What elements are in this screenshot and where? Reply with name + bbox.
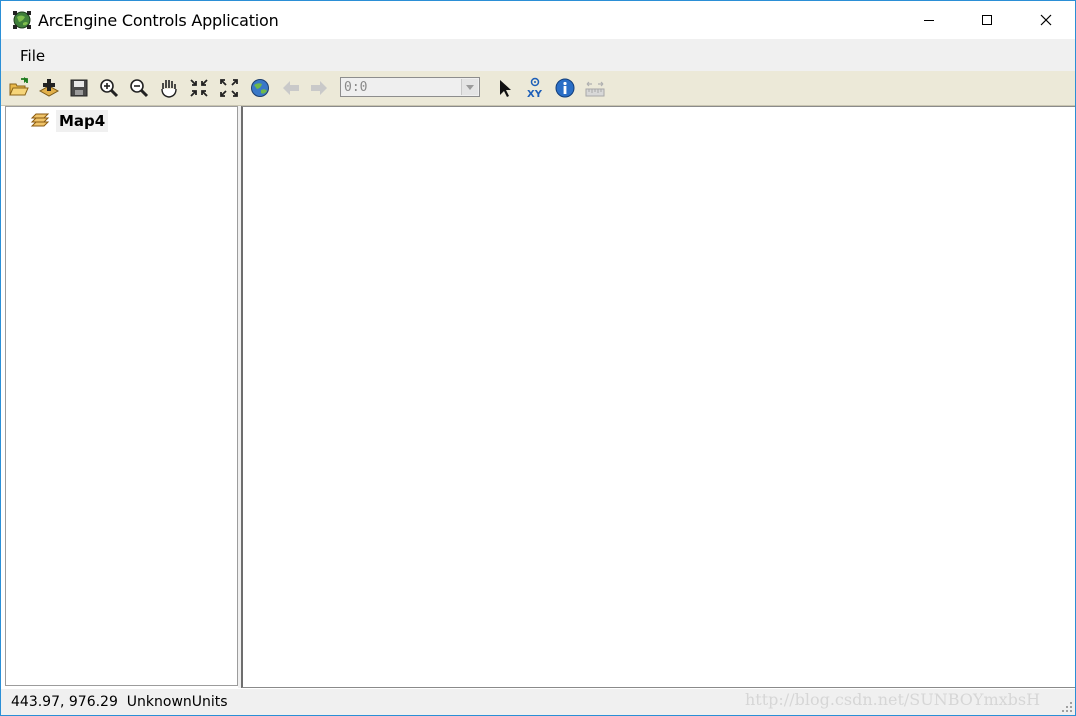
maximize-icon bbox=[982, 15, 992, 25]
title-bar[interactable]: ArcEngine Controls Application bbox=[1, 1, 1075, 39]
menu-bar: File bbox=[1, 39, 1075, 71]
table-of-contents[interactable]: Map4 bbox=[5, 106, 238, 686]
identify-icon[interactable] bbox=[554, 77, 576, 99]
pan-icon[interactable] bbox=[158, 77, 180, 99]
map-units: UnknownUnits bbox=[126, 694, 228, 710]
forward-arrow-icon[interactable] bbox=[308, 77, 330, 99]
minimize-button[interactable] bbox=[906, 1, 952, 39]
zoom-in-icon[interactable] bbox=[98, 77, 120, 99]
fixed-zoom-in-icon[interactable] bbox=[188, 77, 210, 99]
window-title: ArcEngine Controls Application bbox=[38, 11, 279, 30]
resize-grip-icon[interactable] bbox=[1061, 701, 1073, 713]
close-icon bbox=[1040, 14, 1052, 26]
layers-icon bbox=[30, 113, 50, 131]
globe-app-icon bbox=[11, 9, 33, 31]
measure-icon[interactable] bbox=[584, 77, 606, 99]
fixed-zoom-out-icon[interactable] bbox=[218, 77, 240, 99]
minimize-icon bbox=[924, 20, 934, 21]
close-button[interactable] bbox=[1023, 1, 1069, 39]
open-document-icon[interactable] bbox=[8, 77, 30, 99]
application-window: ArcEngine Controls Application File 0:0 … bbox=[0, 0, 1076, 716]
map-scale-combo[interactable]: 0:0 bbox=[340, 77, 480, 97]
maximize-button[interactable] bbox=[964, 1, 1010, 39]
map-name-label[interactable]: Map4 bbox=[56, 110, 109, 132]
go-to-xy-icon[interactable]: XY bbox=[524, 77, 546, 99]
add-data-icon[interactable] bbox=[38, 77, 60, 99]
status-bar: 443.97, 976.29 UnknownUnits http://blog.… bbox=[1, 689, 1075, 715]
watermark: http://blog.csdn.net/SUNBOYmxbsH bbox=[745, 690, 1041, 709]
status-coordinates: 443.97, 976.29 UnknownUnits bbox=[11, 694, 228, 710]
chevron-down-icon[interactable] bbox=[461, 79, 478, 95]
svg-text:XY: XY bbox=[527, 89, 543, 99]
map-scale-value: 0:0 bbox=[344, 80, 368, 95]
select-arrow-icon[interactable] bbox=[494, 77, 516, 99]
menu-file[interactable]: File bbox=[14, 45, 51, 67]
map-control[interactable] bbox=[241, 106, 1075, 688]
save-icon[interactable] bbox=[68, 77, 90, 99]
zoom-out-icon[interactable] bbox=[128, 77, 150, 99]
toolbar: 0:0 XY bbox=[1, 71, 1075, 106]
back-arrow-icon[interactable] bbox=[280, 77, 302, 99]
coordinate-readout: 443.97, 976.29 bbox=[11, 694, 118, 710]
full-extent-icon[interactable] bbox=[249, 77, 271, 99]
